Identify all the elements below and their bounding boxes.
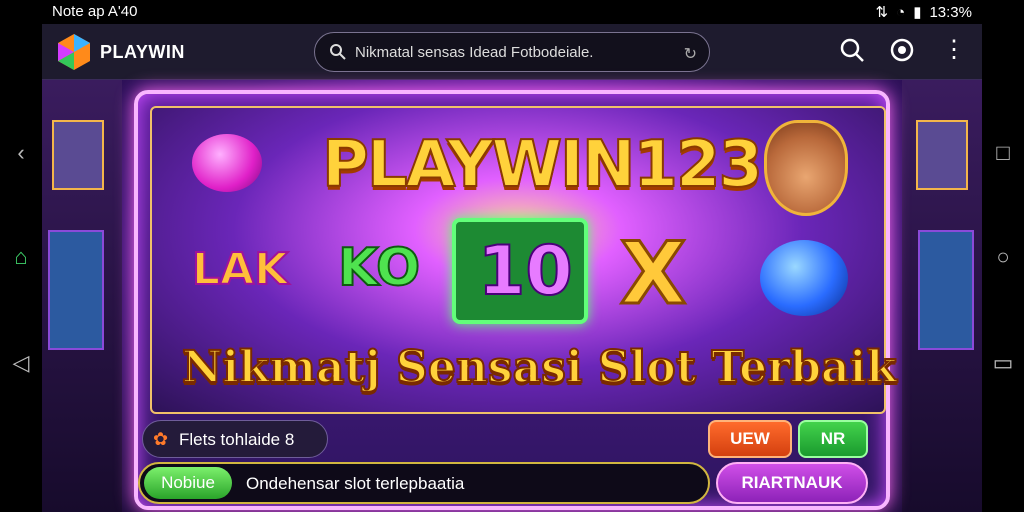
home-icon[interactable]: ⌂ xyxy=(8,244,34,270)
cabinet-screen xyxy=(52,120,104,190)
uew-button[interactable]: UEW xyxy=(708,420,792,458)
status-bar: Note ap A'40 ⇅ ◔ ▮ 13:3% xyxy=(0,0,1024,24)
nobiue-pill[interactable]: Nobiue xyxy=(144,467,232,499)
slot-machine-frame: PLAYWIN123 LAK KO 10 X Nikmatj Sensasi S… xyxy=(134,90,898,510)
signal-icon: ▮ xyxy=(913,4,922,21)
vibrate-icon: ⇅ xyxy=(875,4,889,21)
nr-button[interactable]: NR xyxy=(798,420,868,458)
cabinet-screen xyxy=(916,120,968,190)
character-avatar xyxy=(764,120,848,216)
arcade-cabinet-right xyxy=(902,80,982,512)
magnify-icon xyxy=(840,38,864,62)
magnify-button[interactable] xyxy=(836,36,868,68)
banner-title: PLAYWIN123 xyxy=(321,127,764,203)
symbol-ko: KO xyxy=(337,237,421,299)
settings-icon xyxy=(890,38,914,62)
back-icon[interactable]: ‹ xyxy=(8,140,34,166)
riartnauk-button[interactable]: RIARTNAUK xyxy=(716,462,868,504)
back-triangle-icon[interactable]: ◁ xyxy=(8,350,34,376)
banner-headline: Nikmatj Sensasi Slot Terbaik xyxy=(181,341,898,394)
pink-gem-icon xyxy=(192,134,262,192)
symbol-10: 10 xyxy=(477,231,574,312)
home-circle-icon[interactable]: ○ xyxy=(990,244,1016,270)
arcade-cabinet-left xyxy=(42,80,122,512)
app-header: PLAYWIN Nikmatal sensas Idead Fotbodeial… xyxy=(42,24,982,80)
flower-icon: ✿ xyxy=(153,429,169,449)
game-scene: PLAYWIN123 LAK KO 10 X Nikmatj Sensasi S… xyxy=(42,80,982,512)
status-icons: ⇅ ◔ ▮ 13:3% xyxy=(875,3,972,22)
more-icon[interactable]: ⋮ xyxy=(938,36,970,68)
status-time: Note ap A'40 xyxy=(52,3,138,20)
blue-gem-icon xyxy=(760,240,848,316)
info-chip[interactable]: ✿ Flets tohlaide 8 xyxy=(142,420,328,458)
info-chip-label: Flets tohlaide 8 xyxy=(179,430,295,449)
system-nav-left: ‹ ⌂ ◁ xyxy=(0,24,42,512)
slot-banner[interactable]: PLAYWIN123 LAK KO 10 X Nikmatj Sensasi S… xyxy=(150,106,898,414)
refresh-icon[interactable]: ↻ xyxy=(684,44,697,64)
message-bar[interactable]: Nobiue Ondehensar slot terlepbaatia xyxy=(138,462,710,504)
app-window: PLAYWIN Nikmatal sensas Idead Fotbodeial… xyxy=(42,24,982,512)
search-icon xyxy=(330,44,346,60)
symbol-x: X xyxy=(618,223,687,326)
brand-name: PLAYWIN xyxy=(100,42,185,62)
wifi-icon: ◔ xyxy=(896,3,906,21)
message-text: Ondehensar slot terlepbaatia xyxy=(246,474,465,493)
system-nav-right: □ ○ ▭ xyxy=(982,24,1024,512)
cabinet-screen-2 xyxy=(918,230,974,350)
settings-button[interactable] xyxy=(886,36,918,68)
logo-icon xyxy=(58,34,90,70)
symbol-lak: LAK xyxy=(191,243,289,296)
symbol-10-tile: 10 xyxy=(452,218,588,324)
search-input[interactable]: Nikmatal sensas Idead Fotbodeiale. ↻ xyxy=(314,32,710,72)
cabinet-screen-2 xyxy=(48,230,104,350)
recents-icon[interactable]: □ xyxy=(990,140,1016,166)
status-clock: 13:3% xyxy=(929,3,972,21)
search-text: Nikmatal sensas Idead Fotbodeiale. xyxy=(355,44,594,61)
recents-square-icon[interactable]: ▭ xyxy=(990,350,1016,376)
